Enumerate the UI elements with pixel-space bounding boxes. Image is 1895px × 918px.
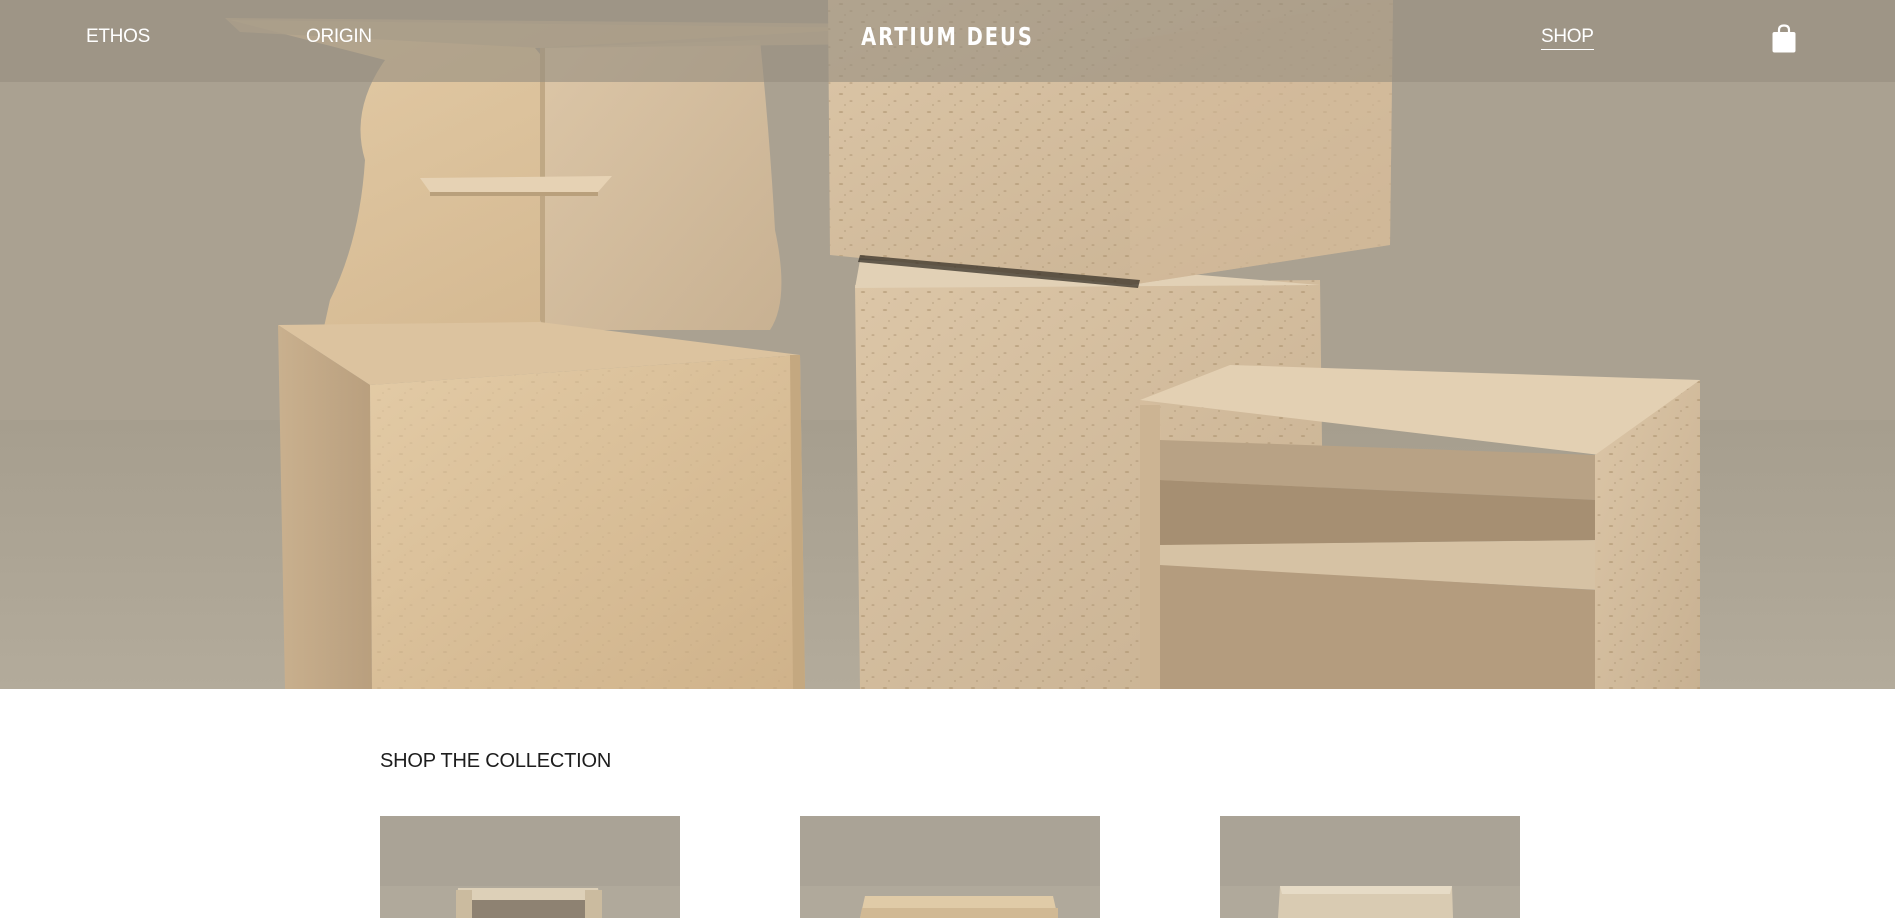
collection-title: SHOP THE COLLECTION xyxy=(380,750,612,772)
hero-image xyxy=(0,0,1895,689)
product-image-side-table xyxy=(380,816,680,918)
product-card-side-table[interactable] xyxy=(380,816,680,918)
nav-link-origin[interactable]: ORIGIN xyxy=(306,26,372,48)
shopping-bag-glyph xyxy=(1772,24,1796,53)
nav-link-ethos[interactable]: ETHOS xyxy=(86,26,150,48)
product-image-bench xyxy=(800,816,1100,918)
shopping-bag-icon[interactable] xyxy=(1771,24,1797,54)
nav-link-shop[interactable]: SHOP xyxy=(1541,26,1594,50)
brand-logo-wrapper: ARTIUM DEUS xyxy=(208,22,1686,51)
hero-section: ETHOS ORIGIN ARTIUM DEUS SHOP xyxy=(0,0,1895,689)
top-navigation-bar: ETHOS ORIGIN ARTIUM DEUS SHOP xyxy=(0,0,1895,82)
product-card-bench[interactable] xyxy=(800,816,1100,918)
product-card-cube-table[interactable] xyxy=(1220,816,1520,918)
product-image-cube-table xyxy=(1220,816,1520,918)
brand-logo[interactable]: ARTIUM DEUS xyxy=(861,22,1034,51)
